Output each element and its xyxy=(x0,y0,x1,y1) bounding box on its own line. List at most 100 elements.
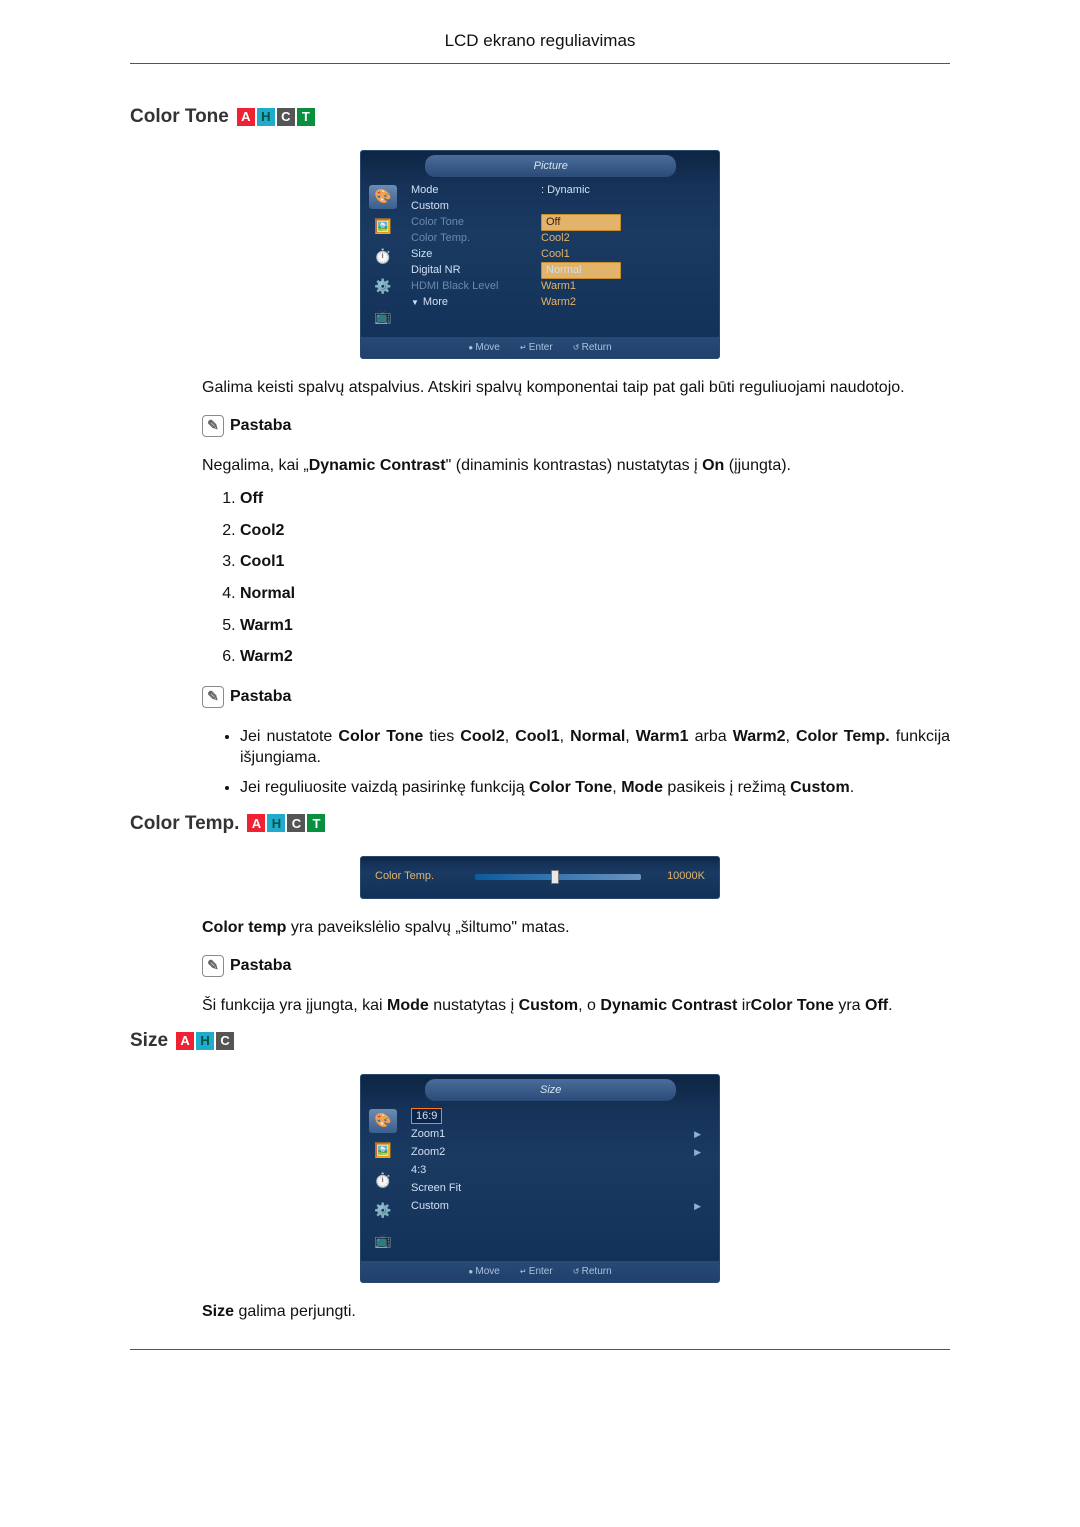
osd-bar-label: Color Temp. xyxy=(375,869,465,884)
osd-line-more-val: Warm2 xyxy=(541,295,621,310)
t: Cool1 xyxy=(240,553,284,570)
osd-line-more-lbl: More xyxy=(411,295,541,310)
t: Mode xyxy=(387,997,429,1014)
t: Jei nustatote xyxy=(240,728,338,745)
t: Dynamic Contrast xyxy=(600,997,737,1014)
t: . xyxy=(888,997,892,1014)
osd-icon-clock: ⏱️ xyxy=(369,245,397,269)
t: pasikeis į režimą xyxy=(663,779,790,796)
osd-footer-move: Move xyxy=(468,1265,500,1279)
osd-line-size-val: Cool1 xyxy=(541,247,621,262)
badge-t: T xyxy=(297,108,315,126)
osd-main: Mode: Dynamic Custom Color ToneOff Color… xyxy=(405,177,719,337)
osd-line-custom-lbl: Custom xyxy=(411,199,541,214)
osd-sidebar: 🎨 🖼️ ⏱️ ⚙️ 📺 xyxy=(361,1101,405,1261)
section-title-size: Size A H C xyxy=(130,1028,234,1054)
bullet-1: Jei nustatote Color Tone ties Cool2, Coo… xyxy=(240,726,950,769)
t: ir xyxy=(737,997,750,1014)
badge-h: H xyxy=(257,108,275,126)
osd-bar-value: 10000K xyxy=(651,869,705,884)
t: Color Tone xyxy=(338,728,423,745)
t: yra paveikslėlio spalvų „šiltumo" matas. xyxy=(286,919,569,936)
t: Ši funkcija yra įjungta, kai xyxy=(202,997,387,1014)
section-title-text: Color Temp. xyxy=(130,811,239,837)
osd-icon-input: 📺 xyxy=(369,1229,397,1253)
osd-line-size-lbl: Size xyxy=(411,247,541,262)
osd-line-dnr-lbl: Digital NR xyxy=(411,263,541,278)
t: Off xyxy=(865,997,888,1014)
osd-line-mode-lbl: Mode xyxy=(411,183,541,198)
osd-line-hdmi-lbl: HDMI Black Level xyxy=(411,279,541,294)
t: Custom xyxy=(790,779,850,796)
osd-slider-track xyxy=(475,874,641,880)
t: . xyxy=(850,779,854,796)
osd-title: Picture xyxy=(425,155,676,177)
opt-warm2: Warm2 xyxy=(240,646,950,668)
t: On xyxy=(702,457,724,474)
opt-cool1: Cool1 xyxy=(240,551,950,573)
color-temp-condition: Ši funkcija yra įjungta, kai Mode nustat… xyxy=(202,995,950,1017)
t: Cool2 xyxy=(460,728,504,745)
t: Warm1 xyxy=(240,617,293,634)
opt-off: Off xyxy=(240,488,950,510)
size-item-custom: Custom xyxy=(411,1197,709,1215)
osd-panel: Picture 🎨 🖼️ ⏱️ ⚙️ 📺 Mode: Dynamic Custo… xyxy=(360,150,720,360)
page-header: LCD ekrano reguliavimas xyxy=(130,30,950,64)
osd-footer: Move Enter Return xyxy=(361,337,719,359)
t: Color Tone xyxy=(529,779,612,796)
osd-line-mode-val: : Dynamic xyxy=(541,183,621,198)
osd-line-hdmi-val: Warm1 xyxy=(541,279,621,294)
osd-line-dnr-val: Normal xyxy=(541,262,621,279)
opt-warm1: Warm1 xyxy=(240,615,950,637)
section-title-text: Color Tone xyxy=(130,104,229,130)
color-tone-notes-list: Jei nustatote Color Tone ties Cool2, Coo… xyxy=(202,726,950,799)
osd-line-colortone-val: Off xyxy=(541,214,621,231)
t: Custom xyxy=(411,1199,449,1214)
osd-sidebar: 🎨 🖼️ ⏱️ ⚙️ 📺 xyxy=(361,177,405,337)
osd-line-colortone-lbl: Color Tone xyxy=(411,215,541,230)
t: , o xyxy=(578,997,600,1014)
note-icon: ✎ xyxy=(202,955,224,977)
osd-footer-move: Move xyxy=(468,341,500,355)
section-title-color-temp: Color Temp. A H C T xyxy=(130,811,325,837)
opt-cool2: Cool2 xyxy=(240,520,950,542)
t: (įjungta). xyxy=(724,457,791,474)
t: Screen Fit xyxy=(411,1181,461,1196)
t: Custom xyxy=(519,997,579,1014)
osd-bar-panel: Color Temp. 10000K xyxy=(360,856,720,899)
osd-footer-return: Return xyxy=(573,1265,612,1279)
osd-footer: Move Enter Return xyxy=(361,1261,719,1283)
t: Color Temp. xyxy=(796,728,890,745)
opt-normal: Normal xyxy=(240,583,950,605)
note-label: Pastaba xyxy=(230,415,291,437)
document-page: LCD ekrano reguliavimas Color Tone A H C… xyxy=(40,0,1040,1390)
note-icon: ✎ xyxy=(202,415,224,437)
size-item-16-9: 16:9 xyxy=(411,1107,709,1125)
osd-title: Size xyxy=(425,1079,676,1101)
badge-c: C xyxy=(287,814,305,832)
t: nustatytas į xyxy=(429,997,519,1014)
size-intro: Size galima perjungti. xyxy=(202,1301,950,1323)
t: Zoom1 xyxy=(411,1127,445,1142)
t: Zoom2 xyxy=(411,1145,445,1160)
osd-icon-clock: ⏱️ xyxy=(369,1169,397,1193)
color-temp-intro: Color temp yra paveikslėlio spalvų „šilt… xyxy=(202,917,950,939)
osd-icon-picture: 🎨 xyxy=(369,1109,397,1133)
t: Color Tone xyxy=(751,997,834,1014)
badge-a: A xyxy=(247,814,265,832)
bullet-2: Jei reguliuosite vaizdą pasirinkę funkci… xyxy=(240,777,950,799)
osd-icon-gear: ⚙️ xyxy=(369,1199,397,1223)
note-block-2: ✎ Pastaba xyxy=(202,686,291,708)
footer-rule xyxy=(130,1349,950,1350)
badge-h: H xyxy=(196,1032,214,1050)
mode-badges: A H C T xyxy=(237,108,315,126)
note-label: Pastaba xyxy=(230,686,291,708)
mode-badges: A H C xyxy=(176,1032,234,1050)
t: ties xyxy=(423,728,460,745)
t: , xyxy=(785,728,796,745)
osd-main: 16:9 Zoom1 Zoom2 4:3 Screen Fit Custom xyxy=(405,1101,719,1261)
size-item-zoom2: Zoom2 xyxy=(411,1143,709,1161)
t: Normal xyxy=(240,585,295,602)
t: arba xyxy=(689,728,733,745)
osd-footer-enter: Enter xyxy=(520,341,553,355)
